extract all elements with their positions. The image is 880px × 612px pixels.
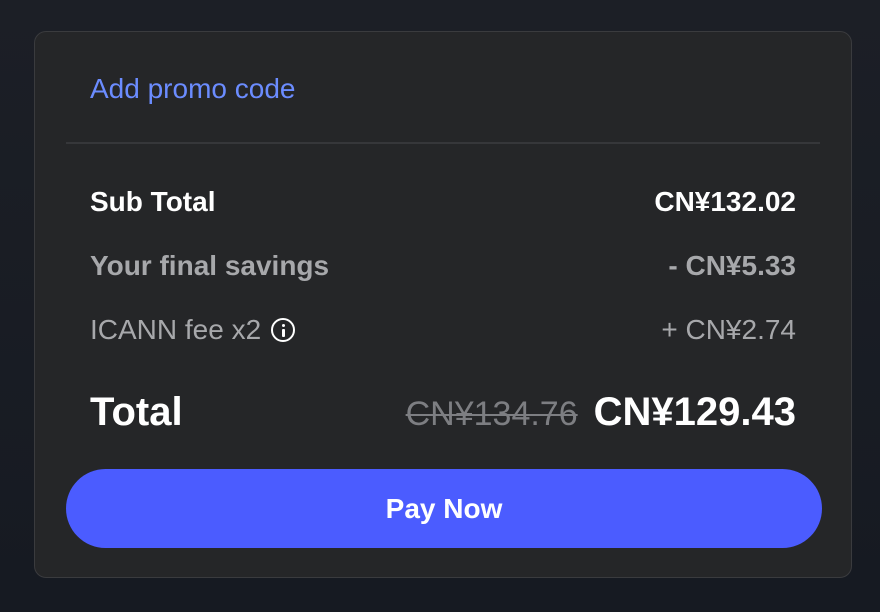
info-icon[interactable] (271, 318, 296, 342)
total-values: CN¥134.76 CN¥129.43 (406, 390, 796, 435)
add-promo-code-link[interactable]: Add promo code (90, 72, 295, 106)
pay-now-button[interactable]: Pay Now (66, 469, 822, 548)
order-summary-card: Add promo code Sub Total CN¥132.02 Your … (34, 31, 852, 578)
savings-row: Your final savings - CN¥5.33 (90, 246, 796, 286)
subtotal-row: Sub Total CN¥132.02 (90, 182, 796, 222)
original-total-value: CN¥134.76 (405, 394, 578, 433)
final-total-value: CN¥129.43 (593, 389, 796, 434)
subtotal-value: CN¥132.02 (654, 186, 796, 217)
savings-label: Your final savings (90, 250, 330, 281)
total-row: Total CN¥134.76 CN¥129.43 (90, 386, 796, 438)
icann-fee-value: + CN¥2.74 (661, 314, 796, 345)
icann-fee-row: ICANN fee x2 + CN¥2.74 (90, 310, 796, 350)
icann-fee-label: ICANN fee x2 (90, 314, 262, 345)
total-label: Total (90, 389, 183, 434)
icann-fee-label-group: ICANN fee x2 (90, 314, 296, 346)
subtotal-label: Sub Total (90, 186, 216, 217)
divider (66, 142, 820, 144)
savings-value: - CN¥5.33 (668, 250, 796, 281)
